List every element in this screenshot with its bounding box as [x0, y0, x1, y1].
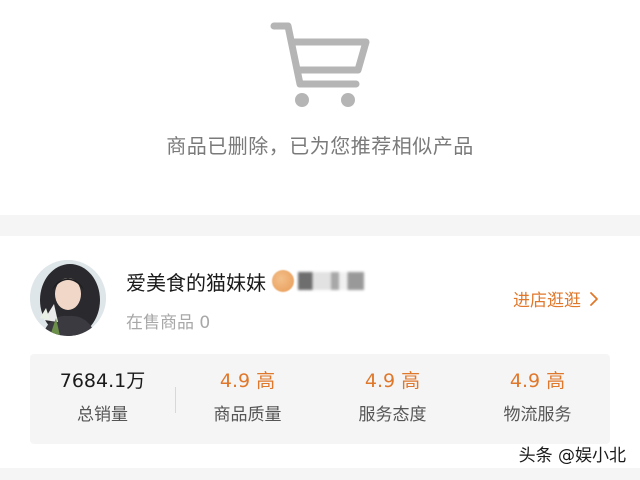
shop-name-row: 爱美食的猫妹妹	[126, 266, 364, 296]
stat-value: 4.9 高	[364, 370, 421, 392]
stat-logistics-service: 4.9 高 物流服务	[465, 368, 610, 425]
stat-label: 物流服务	[503, 405, 572, 425]
stat-value: 7684.1万	[59, 370, 146, 392]
stat-label: 商品质量	[213, 405, 282, 425]
stat-label: 总销量	[77, 405, 128, 425]
visit-shop-button[interactable]: 进店逛逛	[513, 286, 599, 311]
blurred-badge-icon	[298, 272, 364, 290]
stat-value: 4.9 高	[219, 370, 276, 392]
deleted-product-panel: 商品已删除，已为您推荐相似产品	[0, 0, 640, 215]
stat-product-quality: 4.9 高 商品质量	[175, 368, 320, 425]
stat-value: 4.9 高	[509, 370, 566, 392]
stat-service-attitude: 4.9 高 服务态度	[320, 368, 465, 425]
deleted-message: 商品已删除，已为您推荐相似产品	[166, 134, 474, 158]
shopping-cart-icon	[270, 22, 370, 107]
shop-name[interactable]: 爱美食的猫妹妹	[126, 267, 266, 296]
stat-label: 服务态度	[358, 405, 427, 425]
on-sale-count: 在售商品 0	[126, 313, 211, 333]
shop-avatar[interactable]	[30, 260, 106, 336]
shop-level-badge-icon	[272, 270, 294, 292]
shop-stats: 7684.1万 总销量 4.9 高 商品质量 4.9 高 服务态度 4.9 高 …	[30, 354, 610, 444]
visit-shop-label: 进店逛逛	[513, 291, 581, 311]
avatar-image	[30, 260, 106, 336]
watermark: 头条 @娱小北	[518, 446, 626, 466]
stat-total-sales: 7684.1万 总销量	[30, 368, 175, 425]
chevron-right-icon	[590, 291, 598, 306]
shop-card: 爱美食的猫妹妹 在售商品 0 进店逛逛 7684.1万 总销量 4.9 高 商品…	[0, 236, 640, 468]
shop-badges	[272, 270, 364, 292]
